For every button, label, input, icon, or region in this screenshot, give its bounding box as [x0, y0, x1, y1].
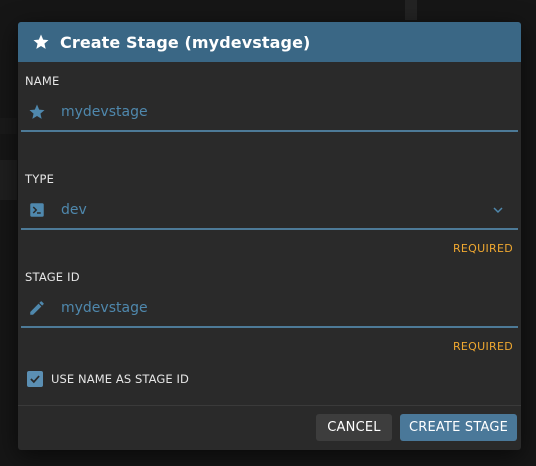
terminal-icon [27, 200, 47, 220]
background-element [405, 0, 417, 20]
check-icon [30, 375, 40, 384]
cancel-button[interactable]: CANCEL [316, 414, 392, 441]
background-element [0, 160, 17, 200]
use-name-as-stage-id-checkbox[interactable] [27, 371, 43, 387]
chevron-down-icon[interactable] [490, 202, 506, 218]
type-label: TYPE [25, 172, 55, 186]
footer-divider [18, 405, 521, 406]
type-required-hint: REQUIRED [452, 242, 513, 255]
background-element [0, 118, 17, 134]
stage-id-input[interactable] [61, 300, 461, 316]
name-field[interactable] [21, 94, 518, 132]
star-icon [32, 33, 50, 51]
dialog-title: Create Stage (mydevstage) [60, 32, 311, 52]
star-icon [27, 102, 47, 122]
stage-id-label: STAGE ID [25, 270, 80, 284]
dialog-header: Create Stage (mydevstage) [18, 22, 521, 62]
type-value: dev [61, 202, 87, 218]
pencil-icon [27, 298, 47, 318]
create-stage-button[interactable]: CREATE STAGE [400, 414, 517, 441]
name-input[interactable] [61, 104, 461, 120]
checkbox-label: USE NAME AS STAGE ID [51, 372, 189, 386]
type-select[interactable]: dev [21, 192, 518, 230]
use-name-as-stage-id-row[interactable]: USE NAME AS STAGE ID [27, 371, 189, 387]
create-stage-dialog: Create Stage (mydevstage) NAME TYPE dev … [18, 22, 521, 450]
stage-id-required-hint: REQUIRED [452, 340, 513, 353]
name-label: NAME [25, 74, 60, 88]
stage-id-field[interactable] [21, 290, 518, 328]
